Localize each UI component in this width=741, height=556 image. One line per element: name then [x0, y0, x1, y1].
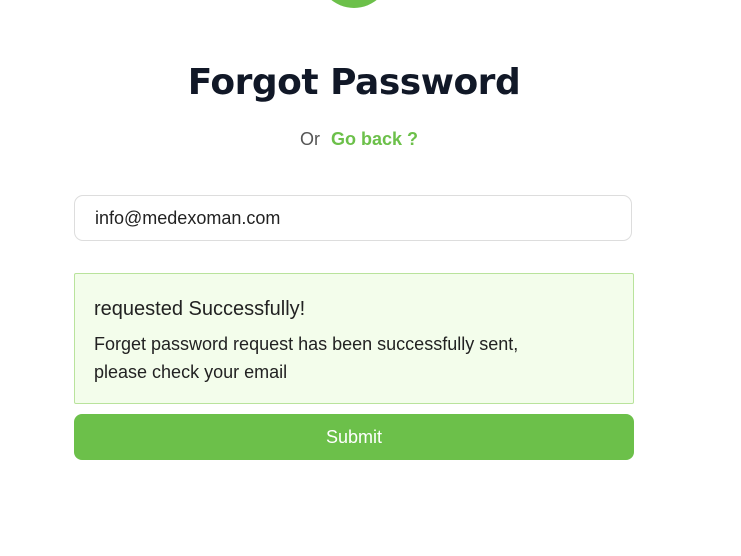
logo-icon — [318, 0, 390, 8]
email-field[interactable] — [74, 195, 632, 241]
alert-message: Forget password request has been success… — [94, 334, 519, 382]
page-title: Forgot Password — [187, 62, 521, 103]
go-back-link[interactable]: Go back ? — [331, 129, 418, 149]
success-alert: requested Successfully! Forget password … — [74, 273, 634, 404]
go-back-line: Or Go back ? — [0, 129, 718, 150]
alert-title: requested Successfully! — [94, 298, 306, 320]
or-text: Or — [299, 129, 320, 149]
forgot-password-page: Forgot Password Or Go back ? requested S… — [0, 0, 741, 556]
submit-button[interactable]: Submit — [74, 414, 634, 460]
